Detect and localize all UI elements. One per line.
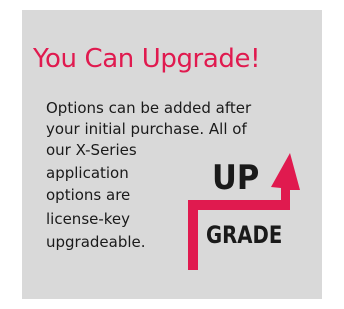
description-line: upgradeable. <box>46 233 146 251</box>
description-line: your initial purchase. All of <box>46 120 247 138</box>
description-line: license-key <box>46 210 131 228</box>
description-line: Options can be added after <box>46 99 252 117</box>
panel-title: You Can Upgrade! <box>33 44 261 74</box>
grade-label: GRADE <box>206 221 283 249</box>
description-line: application <box>46 164 129 182</box>
up-label: UP <box>212 158 260 198</box>
description-line: options are <box>46 186 131 204</box>
upgrade-graphic: UP GRADE <box>162 148 302 270</box>
description-line: our X-Series <box>46 141 137 159</box>
